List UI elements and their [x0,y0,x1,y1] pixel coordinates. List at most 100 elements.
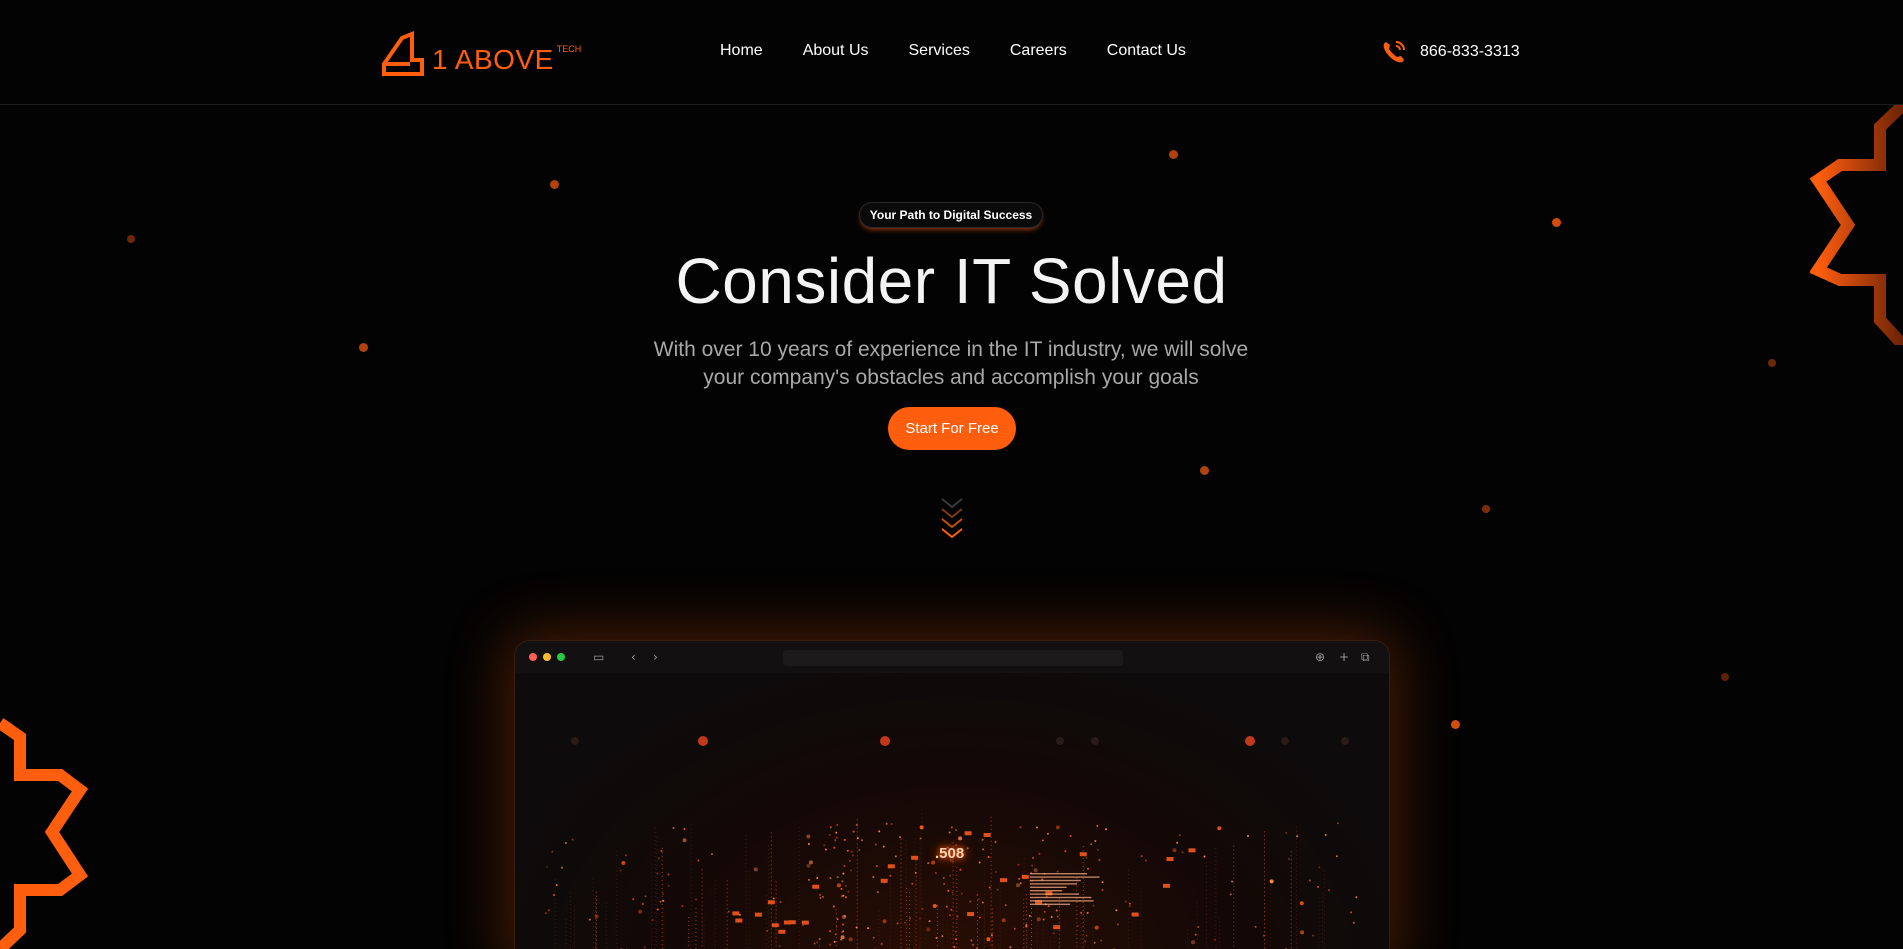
viz-particle [807,878,810,881]
viz-particle [1335,855,1338,858]
download-icon: ⊕ [1315,650,1326,664]
phone-link[interactable]: 866-833-3313 [1380,38,1520,66]
viz-marker [1162,883,1170,888]
viz-particle [1317,885,1320,888]
viz-particle [833,940,836,943]
viz-particle [969,900,972,903]
viz-particle [855,926,858,929]
viz-particle [822,895,825,898]
brand-logo[interactable]: 1 ABOVE TECH [380,28,581,76]
viz-particle [547,909,550,912]
viz-marker [887,864,895,869]
viz-particle [835,925,838,928]
viz-particle [1328,889,1331,892]
nav-services[interactable]: Services [909,42,970,60]
nav-contact-us[interactable]: Contact Us [1107,42,1186,60]
viz-particle [1194,933,1197,936]
viz-particle [808,860,813,865]
viz-particle [921,907,924,910]
viz-particle [806,834,811,839]
viz-particle [1318,866,1321,869]
viz-particle [851,854,854,857]
viz-particle [834,839,837,842]
phone-icon [1383,41,1405,63]
viz-node [571,737,579,745]
viz-particle [836,883,841,888]
viz-particle [824,848,827,851]
viz-particle [651,919,654,922]
viz-particle [836,876,839,879]
viz-particle [919,837,922,840]
viz-particle [672,826,675,829]
viz-marker [999,878,1007,883]
viz-particle [994,841,997,844]
viz-particle [1254,925,1257,928]
viz-particle [1069,834,1072,837]
viz-particle [555,884,558,887]
viz-particle [872,936,875,939]
viz-particle [955,829,958,832]
viz-text-line [1030,879,1081,882]
main-nav: Home About Us Services Careers Contact U… [720,42,1226,60]
viz-particle [829,930,832,933]
viz-marker [1131,912,1139,917]
viz-particle [1050,916,1053,919]
viz-particle [978,916,981,919]
viz-particle [772,897,775,900]
viz-particle [1116,923,1119,926]
scroll-down-icon[interactable] [940,495,964,543]
viz-particle [816,941,819,944]
viz-particle [960,892,963,895]
viz-particle [850,850,853,853]
viz-particle [1229,893,1232,896]
viz-particle [1176,841,1179,844]
viz-particle [918,917,921,920]
viz-particle [987,856,990,859]
viz-particle [1017,863,1020,866]
viz-particle [836,918,839,921]
viz-marker [1079,852,1087,857]
viz-particle [816,876,819,879]
browser-mockup: ▭ ‹ › ⊕ + ⧉ .508 [514,640,1390,949]
viz-particle [941,935,944,938]
viz-particle [1052,932,1055,935]
viz-particle [948,831,951,834]
viz-particle [1043,910,1046,913]
phone-number: 866-833-3313 [1420,43,1520,60]
viz-particle [625,854,628,857]
viz-node [698,736,708,746]
viz-particle [1213,938,1216,941]
viz-marker [1021,874,1029,879]
nav-home[interactable]: Home [720,42,763,60]
viz-particle [1128,902,1131,905]
viz-particle [842,894,845,897]
viz-text-line [1030,886,1067,888]
viz-particle [855,824,858,827]
ambient-dot [1482,505,1490,513]
nav-careers[interactable]: Careers [1010,42,1067,60]
viz-particle [1092,904,1095,907]
data-visualization: .508 [515,673,1389,949]
viz-particle [1288,857,1291,860]
viz-particle [945,905,948,908]
viz-particle [832,905,835,908]
ambient-dot [1200,466,1209,475]
viz-particle [953,945,956,948]
site-header: 1 ABOVE TECH Home About Us Services Care… [0,0,1903,105]
viz-particle [1013,927,1016,930]
viz-node [1056,737,1064,745]
viz-node [1091,737,1099,745]
viz-particle [858,849,861,852]
viz-particle [1262,934,1265,937]
viz-particle [1032,856,1035,859]
viz-particle [1300,930,1305,935]
viz-marker [801,920,809,925]
nav-about-us[interactable]: About Us [803,42,869,60]
start-for-free-button[interactable]: Start For Free [888,407,1016,450]
viz-particle [802,924,805,927]
viz-particle [571,838,574,841]
viz-particle [1181,851,1184,854]
ambient-dot [1552,218,1561,227]
viz-marker [783,920,791,925]
viz-marker [812,884,820,889]
